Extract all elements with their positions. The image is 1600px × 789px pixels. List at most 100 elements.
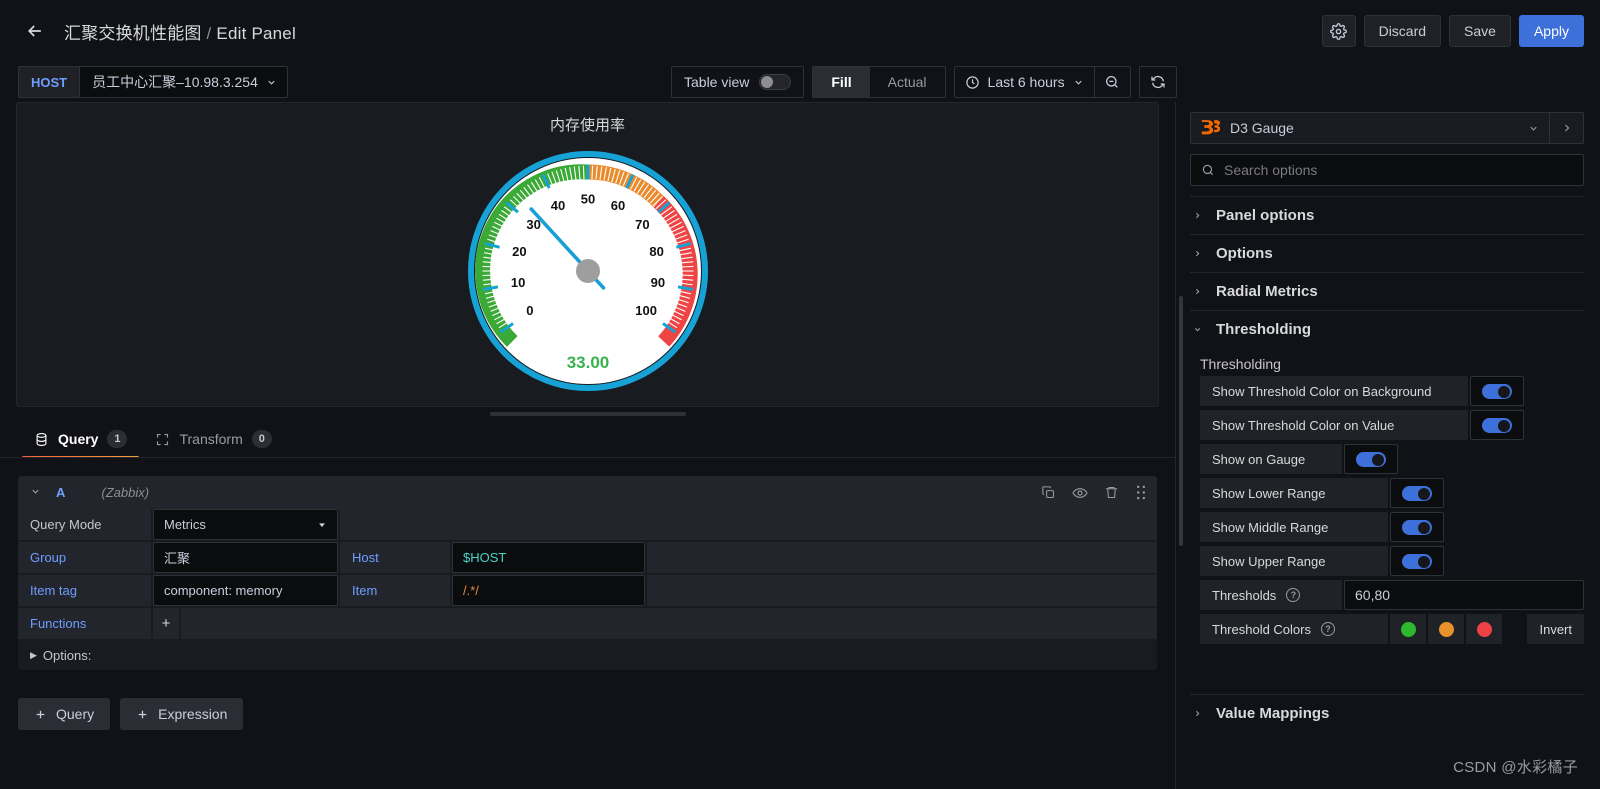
option-label: Show Lower Range bbox=[1200, 478, 1388, 508]
query-options-toggle[interactable]: ▶ Options: bbox=[18, 641, 1157, 670]
add-query-button[interactable]: Query bbox=[18, 698, 111, 730]
add-expression-label: Expression bbox=[158, 706, 228, 722]
section-radial-metrics-label: Radial Metrics bbox=[1216, 283, 1318, 300]
section-value-mappings[interactable]: Value Mappings bbox=[1190, 694, 1584, 732]
add-function-button[interactable]: + bbox=[153, 608, 179, 639]
breadcrumb-dashboard-title[interactable]: 汇聚交换机性能图 bbox=[64, 24, 202, 43]
option-label: Show Middle Range bbox=[1200, 512, 1388, 542]
svg-text:20: 20 bbox=[512, 244, 526, 259]
table-view-control: Table view bbox=[671, 66, 805, 98]
show-upper-range-toggle[interactable] bbox=[1402, 553, 1432, 569]
threshold-color-swatch-high[interactable] bbox=[1466, 614, 1502, 644]
tab-query-label: Query bbox=[58, 431, 99, 447]
chevron-down-icon bbox=[268, 80, 275, 85]
options-scrollbar[interactable] bbox=[1179, 296, 1183, 546]
svg-text:50: 50 bbox=[580, 191, 594, 206]
clock-icon bbox=[965, 75, 979, 89]
invert-colors-button[interactable]: Invert bbox=[1527, 614, 1584, 644]
help-circle-icon[interactable]: ? bbox=[1286, 588, 1301, 602]
show-lower-range-toggle[interactable] bbox=[1402, 485, 1432, 501]
d3-logo-icon bbox=[1201, 120, 1220, 135]
discard-button[interactable]: Discard bbox=[1363, 15, 1442, 47]
section-options-label: Options bbox=[1216, 245, 1273, 262]
add-query-label: Query bbox=[56, 706, 95, 722]
option-show-middle-range: Show Middle Range bbox=[1190, 512, 1584, 542]
show-threshold-color-background-toggle[interactable] bbox=[1482, 383, 1512, 399]
variable-select-host[interactable]: 员工中心汇聚–10.98.3.254 bbox=[79, 66, 288, 98]
tab-transform[interactable]: Transform 0 bbox=[143, 422, 283, 458]
add-expression-button[interactable]: Expression bbox=[120, 698, 244, 730]
query-ref-id[interactable]: A bbox=[56, 485, 65, 500]
open-visualization-list-button[interactable] bbox=[1550, 112, 1584, 144]
help-circle-icon[interactable]: ? bbox=[1321, 622, 1335, 636]
section-thresholding[interactable]: Thresholding bbox=[1190, 310, 1584, 348]
panel-preview: 内存使用率 0 10 20 30 40 50 60 70 80 90 100 3… bbox=[16, 102, 1159, 407]
toggle-query-visibility-button[interactable] bbox=[1072, 485, 1088, 501]
size-actual-option[interactable]: Actual bbox=[869, 67, 945, 97]
panel-settings-button[interactable] bbox=[1321, 15, 1356, 47]
visualization-picker[interactable]: D3 Gauge bbox=[1190, 112, 1550, 144]
drag-query-handle[interactable] bbox=[1135, 485, 1147, 500]
show-threshold-color-value-toggle[interactable] bbox=[1482, 417, 1512, 433]
remove-query-button[interactable] bbox=[1104, 485, 1119, 500]
size-fill-option[interactable]: Fill bbox=[813, 67, 870, 97]
svg-text:90: 90 bbox=[650, 274, 664, 289]
back-button[interactable] bbox=[18, 14, 52, 48]
threshold-color-swatch-low[interactable] bbox=[1390, 614, 1426, 644]
group-input[interactable]: 汇聚 bbox=[153, 542, 338, 573]
search-options-input[interactable] bbox=[1224, 162, 1573, 178]
functions-label: Functions bbox=[18, 608, 151, 639]
tab-transform-label: Transform bbox=[179, 431, 243, 447]
zoom-out-icon bbox=[1106, 76, 1118, 88]
chevron-right-icon bbox=[1192, 211, 1202, 220]
show-middle-range-toggle[interactable] bbox=[1402, 519, 1432, 535]
duplicate-query-button[interactable] bbox=[1041, 485, 1056, 500]
option-control bbox=[1470, 376, 1524, 406]
section-panel-options[interactable]: Panel options bbox=[1190, 196, 1584, 234]
section-panel-options-label: Panel options bbox=[1216, 207, 1315, 224]
save-button[interactable]: Save bbox=[1449, 15, 1511, 47]
time-range-picker[interactable]: Last 6 hours bbox=[954, 67, 1094, 97]
transform-icon bbox=[157, 433, 169, 445]
threshold-color-swatch-mid[interactable] bbox=[1428, 614, 1464, 644]
svg-text:80: 80 bbox=[649, 244, 663, 259]
breadcrumb: 汇聚交换机性能图 / Edit Panel bbox=[64, 19, 296, 44]
zoom-out-button[interactable] bbox=[1093, 67, 1130, 97]
option-control bbox=[1390, 546, 1444, 576]
svg-text:0: 0 bbox=[526, 303, 533, 318]
option-label: Show Upper Range bbox=[1200, 546, 1388, 576]
tab-query[interactable]: Query 1 bbox=[22, 422, 140, 459]
section-radial-metrics[interactable]: Radial Metrics bbox=[1190, 272, 1584, 310]
section-options[interactable]: Options bbox=[1190, 234, 1584, 272]
apply-button[interactable]: Apply bbox=[1518, 15, 1584, 47]
option-label: Show Threshold Color on Value bbox=[1200, 410, 1468, 440]
svg-text:40: 40 bbox=[550, 198, 564, 213]
refresh-icon bbox=[1150, 76, 1165, 88]
option-show-threshold-color-background: Show Threshold Color on Background bbox=[1190, 376, 1584, 406]
panel-resize-handle[interactable] bbox=[0, 407, 1175, 421]
visualization-picker-row: D3 Gauge bbox=[1176, 102, 1600, 144]
item-tag-input[interactable]: component: memory bbox=[153, 575, 338, 606]
query-collapse-toggle[interactable] bbox=[30, 486, 42, 500]
thresholds-input[interactable]: 60,80 bbox=[1344, 580, 1584, 610]
chevron-down-icon bbox=[32, 489, 39, 494]
show-on-gauge-toggle[interactable] bbox=[1356, 451, 1386, 467]
color-swatch bbox=[1400, 621, 1416, 637]
table-view-label: Table view bbox=[684, 74, 750, 90]
group-host-row: Group 汇聚 Host $HOST bbox=[18, 542, 1157, 573]
option-threshold-colors: Threshold Colors ? Invert bbox=[1190, 614, 1584, 644]
query-mode-select[interactable]: Metrics bbox=[153, 509, 338, 540]
functions-row: Functions + bbox=[18, 608, 1157, 639]
item-tag-label: Item tag bbox=[18, 575, 151, 606]
svg-text:60: 60 bbox=[610, 198, 624, 213]
table-view-toggle[interactable] bbox=[759, 74, 792, 90]
watermark: CSDN @水彩橘子 bbox=[1453, 759, 1578, 776]
host-input[interactable]: $HOST bbox=[452, 542, 645, 573]
top-toolbar: 汇聚交换机性能图 / Edit Panel Discard Save Apply bbox=[0, 0, 1600, 62]
time-range-control: Last 6 hours bbox=[953, 66, 1131, 98]
item-input[interactable]: /.*/ bbox=[452, 575, 645, 606]
gear-icon bbox=[1330, 22, 1347, 40]
refresh-button[interactable] bbox=[1138, 66, 1177, 98]
template-variable-host: HOST 员工中心汇聚–10.98.3.254 bbox=[18, 66, 288, 98]
